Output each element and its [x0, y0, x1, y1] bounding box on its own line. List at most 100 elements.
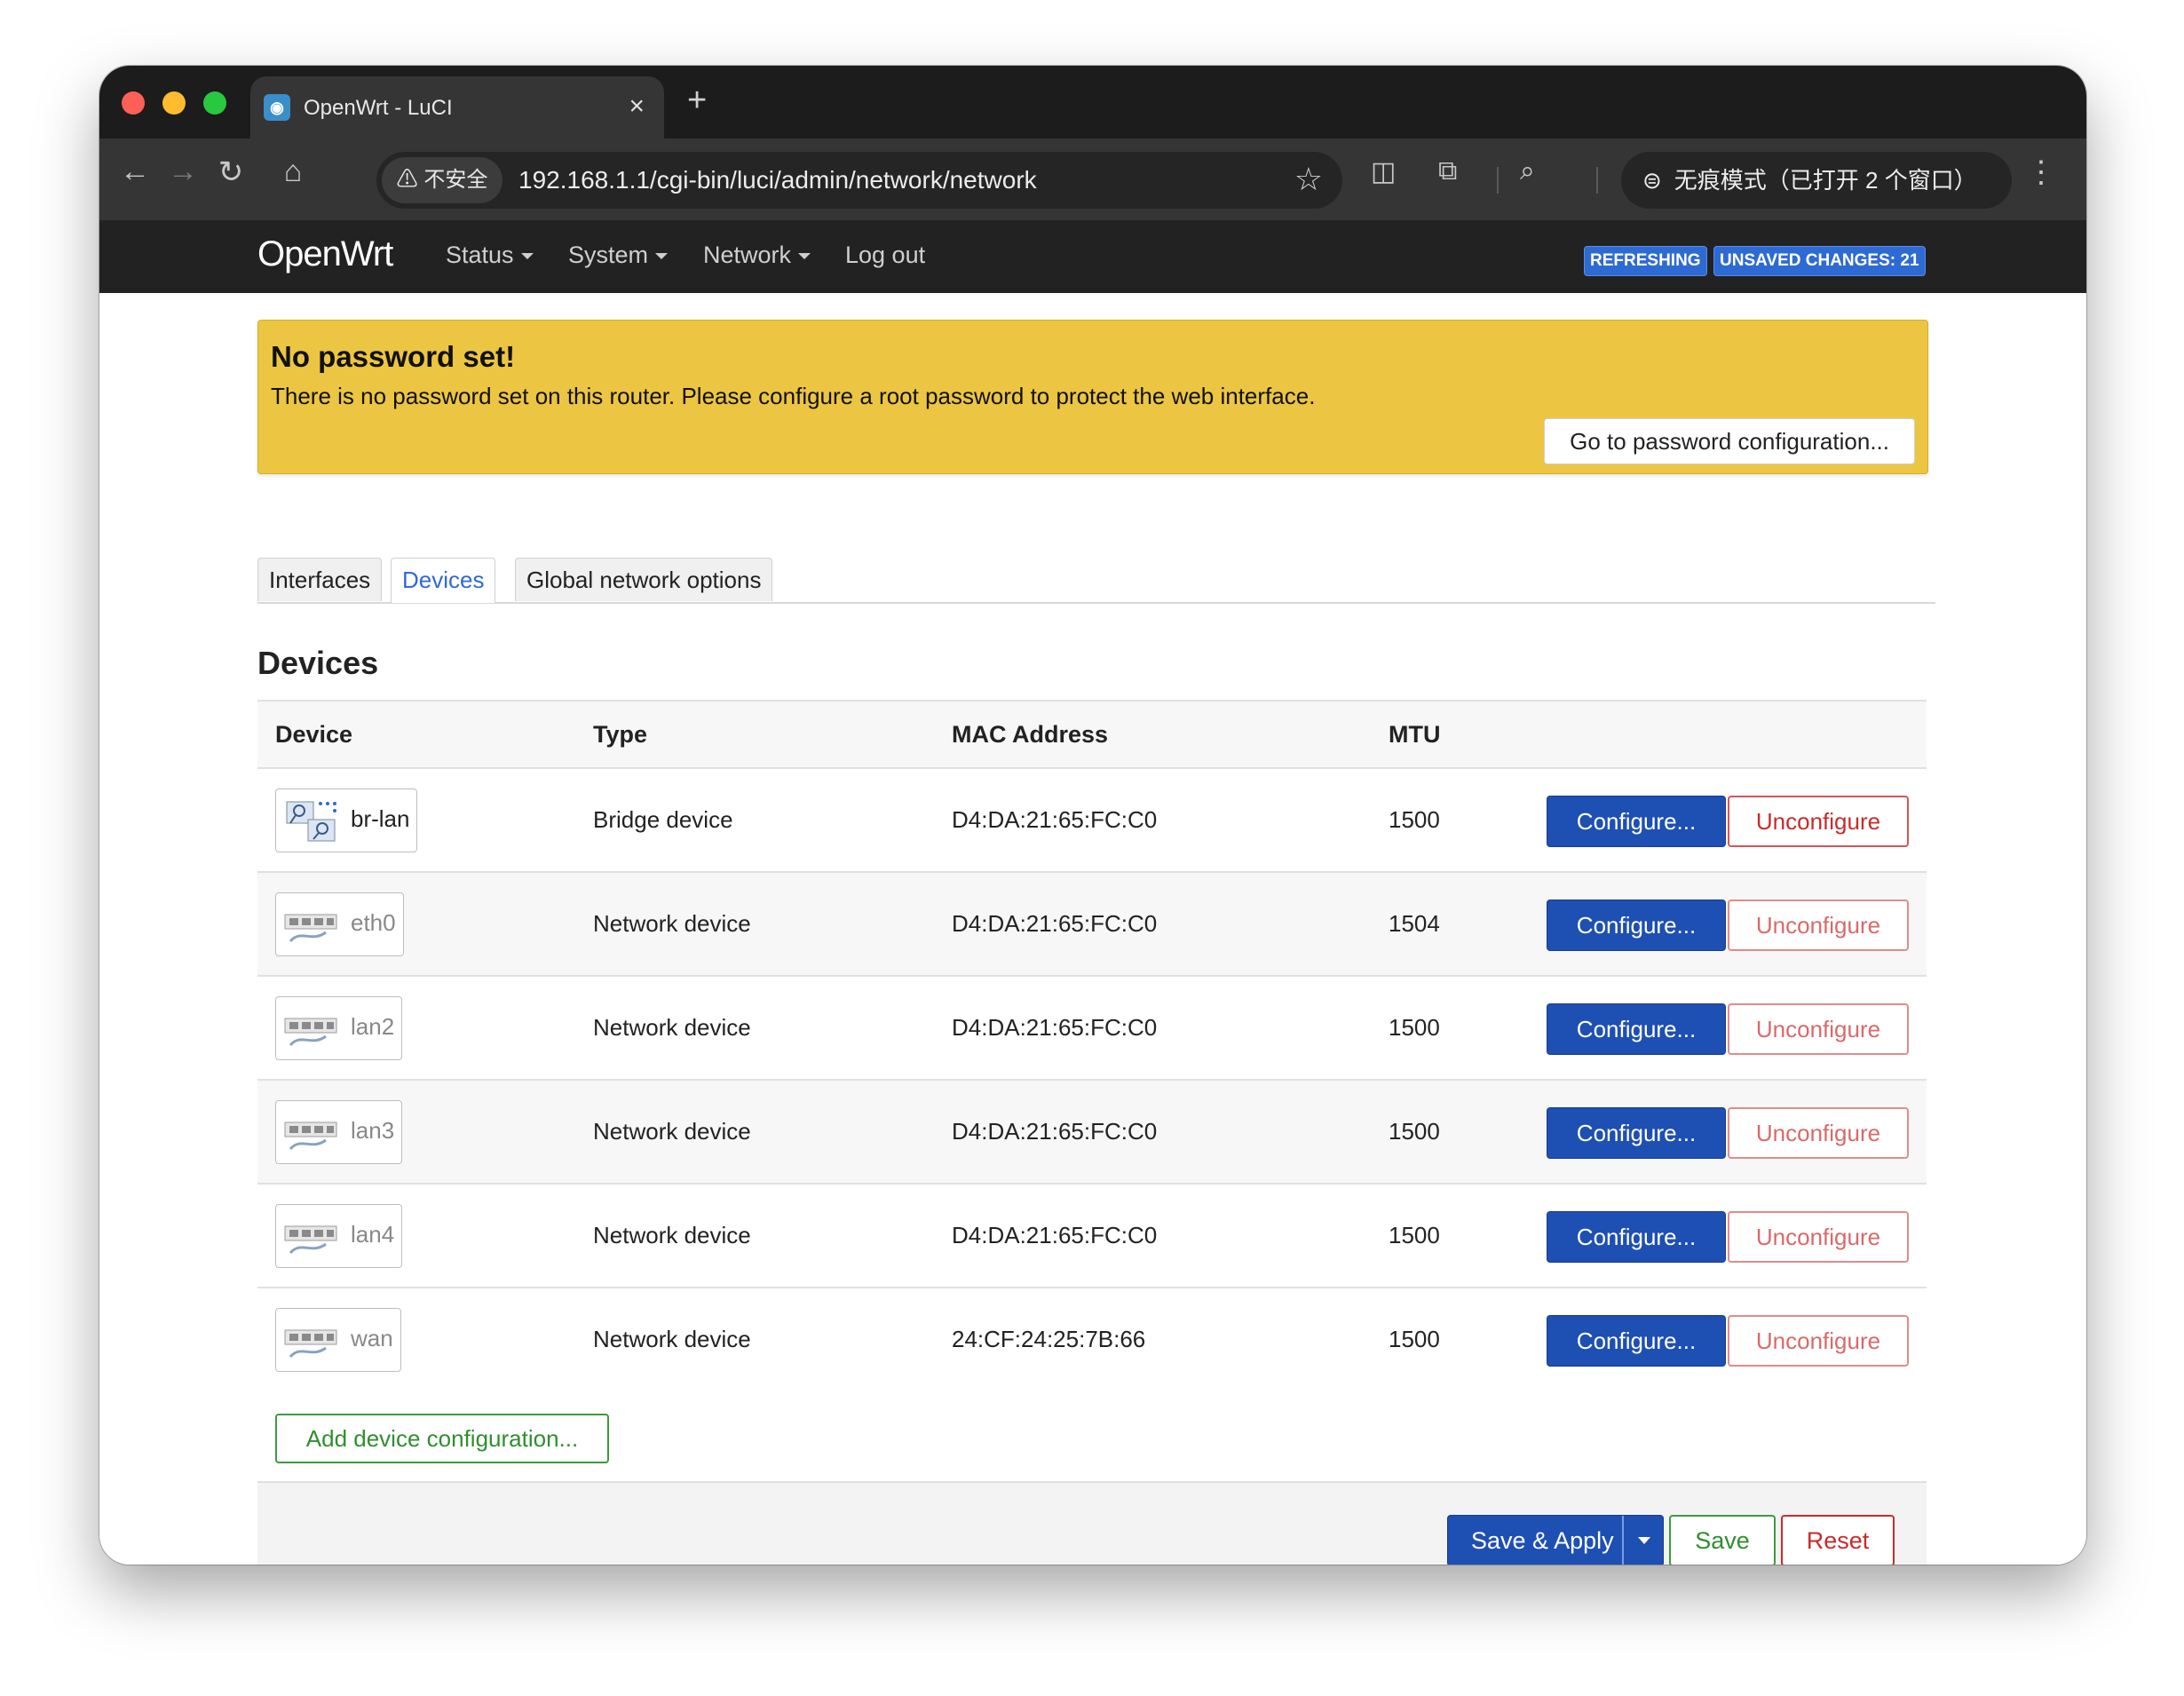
menu-network-label: Network	[703, 242, 792, 268]
device-badge[interactable]: lan3	[275, 1100, 403, 1164]
header-device: Device	[275, 721, 353, 748]
form-actions: Save & Apply Save Reset	[257, 1481, 1927, 1565]
close-tab-icon[interactable]: ×	[629, 91, 645, 122]
password-config-button[interactable]: Go to password configuration...	[1544, 418, 1915, 464]
incognito-icon: ⊜	[1642, 167, 1662, 194]
ethernet-port-icon	[284, 1121, 337, 1151]
unconfigure-button[interactable]: Unconfigure	[1728, 1315, 1909, 1367]
device-type: Network device	[593, 910, 751, 937]
menu-system[interactable]: System	[568, 242, 669, 269]
device-name: eth0	[351, 909, 396, 936]
split-divider	[1622, 1516, 1624, 1565]
device-mac: D4:DA:21:65:FC:C0	[952, 910, 1158, 937]
device-badge[interactable]: lan2	[275, 996, 403, 1060]
device-type: Bridge device	[593, 806, 733, 833]
reader-mode-icon[interactable]: ◫	[1371, 156, 1396, 187]
ethernet-port-icon	[284, 1018, 337, 1047]
device-name: br-lan	[351, 805, 410, 832]
device-name: wan	[351, 1325, 393, 1351]
url-text[interactable]: 192.168.1.1/cgi-bin/luci/admin/network/n…	[518, 166, 1037, 194]
device-mac: D4:DA:21:65:FC:C0	[952, 1222, 1158, 1248]
close-window-button[interactable]	[122, 91, 145, 115]
reset-button[interactable]: Reset	[1781, 1515, 1895, 1565]
openwrt-header: OpenWrt Status System Network Log out RE…	[99, 220, 2086, 293]
section-title: Devices	[257, 645, 379, 681]
device-name: lan3	[351, 1117, 395, 1144]
reload-icon[interactable]: ↻	[213, 155, 249, 190]
unconfigure-button[interactable]: Unconfigure	[1728, 1107, 1909, 1159]
unsaved-changes-badge[interactable]: UNSAVED CHANGES: 21	[1713, 246, 1926, 276]
add-device-button[interactable]: Add device configuration...	[275, 1414, 609, 1463]
alert-text: There is no password set on this router.…	[271, 383, 1316, 409]
tab-search-icon[interactable]: ⌕	[1520, 156, 1535, 186]
device-type: Network device	[593, 1326, 751, 1352]
security-warning-chip[interactable]: ⚠ 不安全	[382, 157, 502, 203]
configure-button[interactable]: Configure...	[1547, 1211, 1726, 1263]
save-button[interactable]: Save	[1669, 1515, 1776, 1565]
home-icon[interactable]: ⌂	[275, 155, 311, 189]
toolbar-divider	[1497, 167, 1499, 194]
device-mtu: 1500	[1389, 806, 1440, 833]
device-type: Network device	[593, 1014, 751, 1041]
menu-status-label: Status	[446, 242, 514, 268]
bookmark-star-icon[interactable]: ☆	[1294, 161, 1323, 198]
device-mtu: 1500	[1389, 1326, 1440, 1352]
header-mtu: MTU	[1389, 721, 1441, 748]
minimize-window-button[interactable]	[162, 91, 186, 115]
openwrt-favicon-icon: ◉	[264, 94, 290, 121]
device-badge[interactable]: br-lan	[275, 789, 418, 852]
tab-title: OpenWrt - LuCI	[304, 96, 453, 120]
maximize-window-button[interactable]	[203, 91, 226, 115]
toolbar-divider	[1596, 167, 1598, 194]
device-mac: D4:DA:21:65:FC:C0	[952, 806, 1158, 833]
chevron-down-icon	[655, 253, 669, 260]
configure-button[interactable]: Configure...	[1547, 900, 1726, 951]
tab-devices[interactable]: Devices	[391, 558, 496, 603]
device-badge[interactable]: wan	[275, 1308, 401, 1372]
configure-button[interactable]: Configure...	[1547, 1107, 1726, 1159]
devices-table: Device Type MAC Address MTU br-lan Bridg…	[257, 700, 1927, 1391]
tab-strip: ◉ OpenWrt - LuCI × +	[99, 66, 2086, 139]
device-badge[interactable]: lan4	[275, 1204, 403, 1268]
new-tab-icon[interactable]: +	[687, 82, 707, 120]
menu-logout[interactable]: Log out	[845, 242, 925, 269]
device-type: Network device	[593, 1222, 751, 1248]
menu-network[interactable]: Network	[703, 242, 811, 269]
openwrt-logo[interactable]: OpenWrt	[257, 234, 393, 274]
unconfigure-button[interactable]: Unconfigure	[1728, 1211, 1909, 1263]
unconfigure-button[interactable]: Unconfigure	[1728, 796, 1909, 847]
table-row: lan4 Network device D4:DA:21:65:FC:C0 15…	[257, 1185, 1927, 1288]
chevron-down-icon[interactable]	[1638, 1537, 1650, 1544]
configure-button[interactable]: Configure...	[1547, 1315, 1726, 1367]
incognito-indicator[interactable]: ⊜ 无痕模式（已打开 2 个窗口）	[1621, 152, 2012, 209]
device-name: lan2	[351, 1013, 395, 1040]
chevron-down-icon	[798, 253, 811, 260]
extensions-icon[interactable]: ⧉	[1438, 156, 1457, 186]
save-apply-button[interactable]: Save & Apply	[1447, 1515, 1664, 1565]
unconfigure-button[interactable]: Unconfigure	[1728, 1003, 1909, 1055]
browser-window: ◉ OpenWrt - LuCI × + ← → ↻ ⌂ ⚠ 不安全 192.1…	[99, 66, 2086, 1565]
browser-tab[interactable]: ◉ OpenWrt - LuCI ×	[250, 76, 664, 139]
device-mtu: 1500	[1389, 1118, 1440, 1145]
refreshing-badge[interactable]: REFRESHING	[1584, 246, 1707, 276]
incognito-label: 无痕模式（已打开 2 个窗口）	[1674, 167, 1977, 194]
table-row: eth0 Network device D4:DA:21:65:FC:C0 15…	[257, 873, 1927, 977]
tab-global-network-options[interactable]: Global network options	[515, 558, 773, 601]
unconfigure-button[interactable]: Unconfigure	[1728, 900, 1909, 951]
browser-menu-icon[interactable]: ⋮	[2026, 155, 2056, 190]
configure-button[interactable]: Configure...	[1547, 796, 1726, 847]
configure-button[interactable]: Configure...	[1547, 1003, 1726, 1055]
main-content: No password set! There is no password se…	[99, 293, 2086, 1565]
device-badge[interactable]: eth0	[275, 892, 404, 956]
address-bar[interactable]: ⚠ 不安全 192.168.1.1/cgi-bin/luci/admin/net…	[376, 152, 1342, 209]
forward-icon[interactable]: →	[165, 155, 201, 189]
back-icon[interactable]: ←	[117, 155, 153, 189]
device-mtu: 1500	[1389, 1014, 1440, 1041]
menu-status[interactable]: Status	[446, 242, 534, 269]
tab-interfaces[interactable]: Interfaces	[257, 558, 383, 601]
table-row: lan3 Network device D4:DA:21:65:FC:C0 15…	[257, 1081, 1927, 1185]
no-password-alert: No password set! There is no password se…	[257, 320, 1928, 474]
save-apply-label: Save & Apply	[1471, 1527, 1614, 1554]
table-row: wan Network device 24:CF:24:25:7B:66 150…	[257, 1288, 1927, 1391]
device-mtu: 1504	[1389, 910, 1440, 937]
